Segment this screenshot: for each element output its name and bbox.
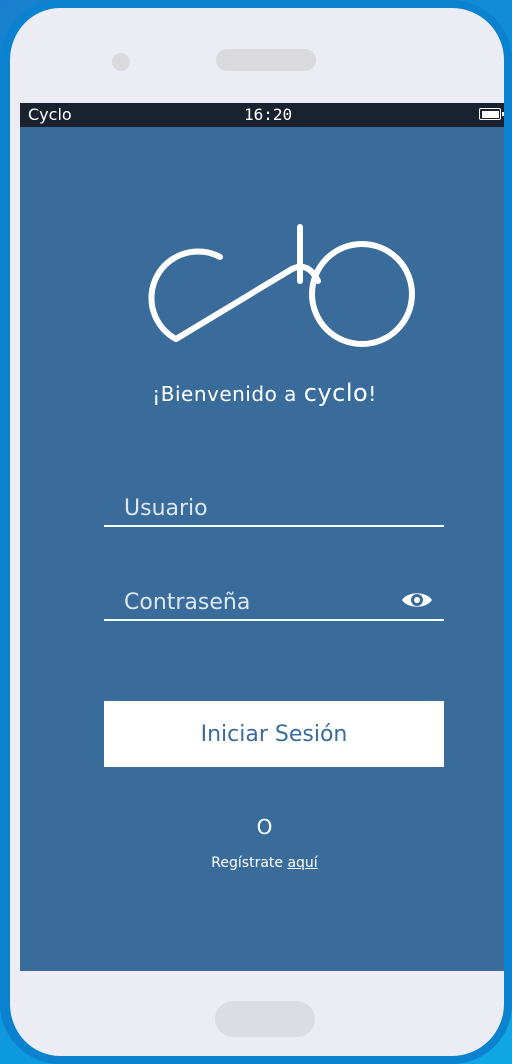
bike-logo-icon xyxy=(148,224,415,347)
username-input[interactable] xyxy=(104,491,414,525)
eye-icon[interactable] xyxy=(400,589,434,611)
or-separator: O xyxy=(256,815,273,839)
password-input[interactable] xyxy=(104,585,414,619)
password-field xyxy=(104,585,444,621)
earpiece-speaker xyxy=(216,49,316,71)
welcome-suffix: ! xyxy=(368,382,377,406)
register-prompt: Regístrate aquí xyxy=(20,855,504,871)
battery-icon xyxy=(479,108,504,120)
welcome-prefix: ¡Bienvenido a xyxy=(152,382,304,406)
register-link[interactable]: aquí xyxy=(287,855,317,871)
register-text: Regístrate xyxy=(211,855,288,871)
home-button[interactable] xyxy=(215,1001,315,1037)
welcome-brand: cyclo xyxy=(303,379,369,407)
login-button[interactable]: Iniciar Sesión xyxy=(104,701,444,767)
app-screen: Cyclo 16:20 ¡Bienvenido a cyclo! Usuario… xyxy=(20,103,504,971)
username-field xyxy=(104,491,444,527)
status-app-name: Cyclo xyxy=(28,105,72,124)
phone-frame: Cyclo 16:20 ¡Bienvenido a cyclo! Usuario… xyxy=(0,0,512,1064)
front-camera xyxy=(112,53,130,71)
status-time: 16:20 xyxy=(244,105,293,124)
status-bar: Cyclo 16:20 xyxy=(20,103,504,127)
welcome-message: ¡Bienvenido a cyclo! xyxy=(20,379,504,407)
